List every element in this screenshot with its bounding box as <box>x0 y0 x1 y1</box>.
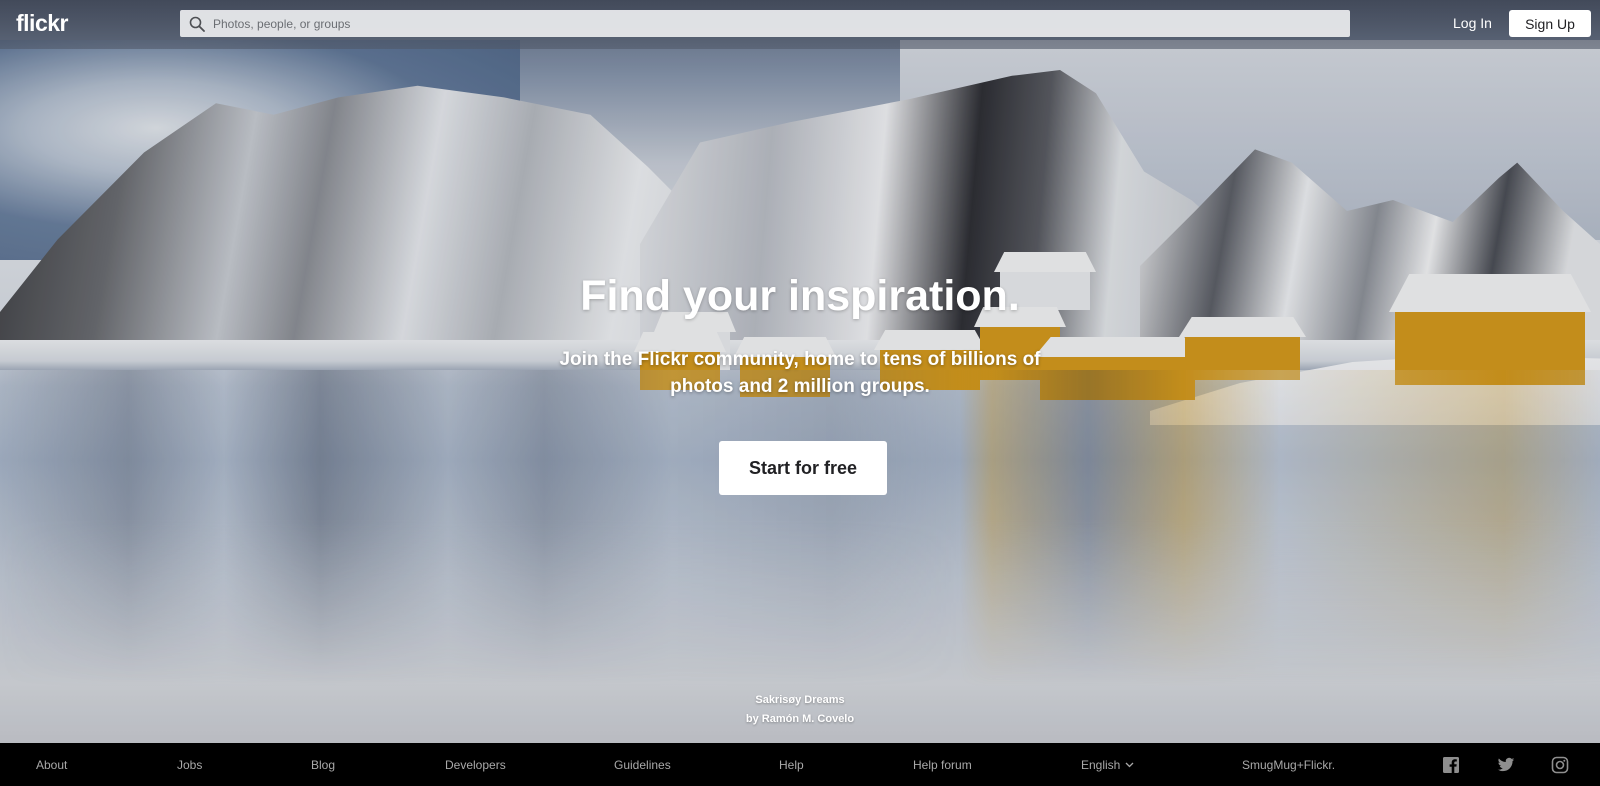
language-label: English <box>1081 758 1121 772</box>
instagram-icon[interactable] <box>1551 756 1569 774</box>
footer-link-developers[interactable]: Developers <box>445 758 506 772</box>
chevron-down-icon <box>1125 762 1134 768</box>
hero-title: Find your inspiration. <box>580 272 1020 320</box>
footer-link-blog[interactable]: Blog <box>311 758 335 772</box>
footer-link-guidelines[interactable]: Guidelines <box>614 758 671 772</box>
login-link[interactable]: Log In <box>1453 15 1492 31</box>
language-selector[interactable]: English <box>1081 758 1134 772</box>
footer-link-help-forum[interactable]: Help forum <box>913 758 972 772</box>
search-icon <box>189 16 205 32</box>
smugmug-flickr-brand[interactable]: SmugMug+Flickr. <box>1242 758 1335 772</box>
hero-subtitle: Join the Flickr community, home to tens … <box>559 349 1041 397</box>
footer-link-jobs[interactable]: Jobs <box>177 758 202 772</box>
footer-link-about[interactable]: About <box>36 758 67 772</box>
top-nav: flickr Log In Sign Up <box>0 0 1600 49</box>
twitter-icon[interactable] <box>1497 756 1515 774</box>
facebook-icon[interactable] <box>1442 756 1460 774</box>
footer: About Jobs Blog Developers Guidelines He… <box>0 743 1600 786</box>
start-for-free-button[interactable]: Start for free <box>719 441 887 495</box>
signup-button[interactable]: Sign Up <box>1509 10 1591 37</box>
photo-title-link[interactable]: Sakrisøy Dreams <box>0 694 1600 706</box>
search-bar[interactable] <box>180 10 1350 37</box>
search-input[interactable] <box>213 16 1350 31</box>
footer-link-help[interactable]: Help <box>779 758 804 772</box>
flickr-logo[interactable]: flickr <box>16 10 68 37</box>
photo-author-link[interactable]: by Ramón M. Covelo <box>0 713 1600 725</box>
